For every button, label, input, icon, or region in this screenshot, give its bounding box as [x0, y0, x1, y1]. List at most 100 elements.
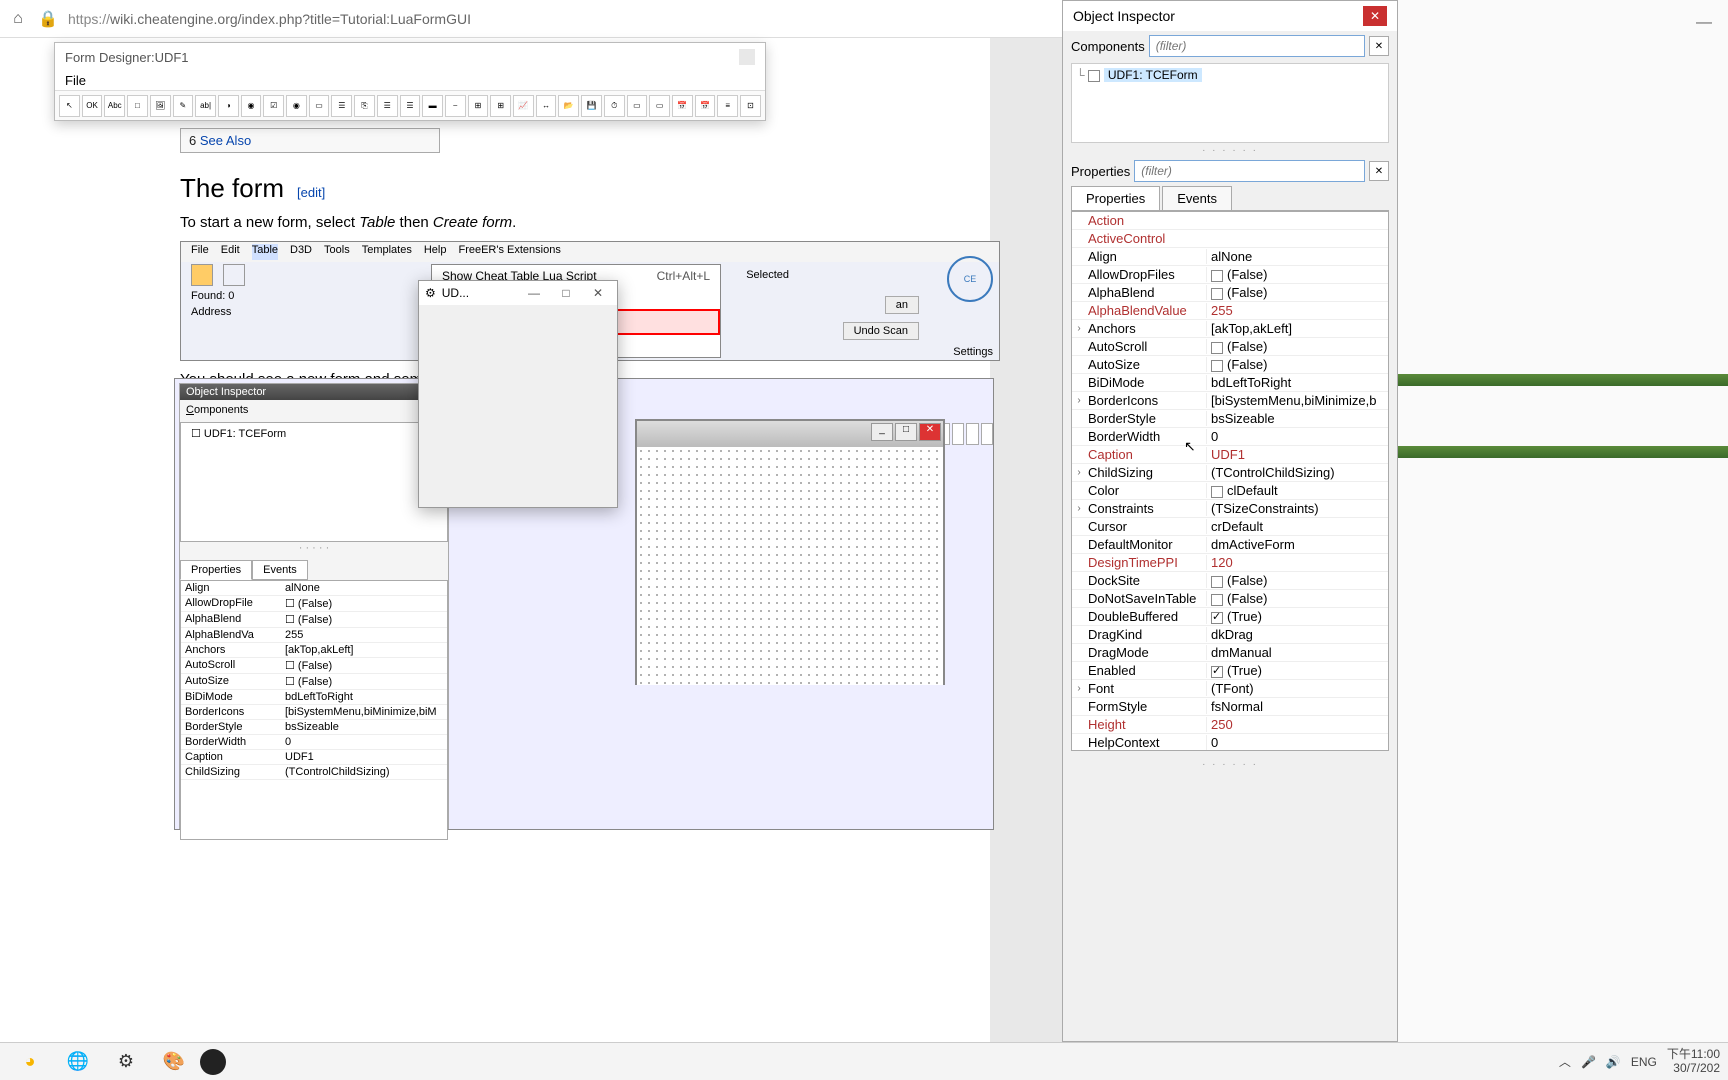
- splitter-grip[interactable]: · · · · · ·: [1063, 759, 1397, 770]
- property-row[interactable]: CursorcrDefault: [1072, 518, 1388, 536]
- paint-icon[interactable]: 🎨: [152, 1046, 196, 1078]
- frame2-tool[interactable]: ▭: [649, 95, 670, 117]
- maximize-icon[interactable]: □: [553, 286, 579, 300]
- chevron-up-icon[interactable]: ︿: [1559, 1053, 1571, 1070]
- property-row[interactable]: DockSite(False): [1072, 572, 1388, 590]
- progress-tool[interactable]: ▬: [422, 95, 443, 117]
- misc-tool[interactable]: ≡: [717, 95, 738, 117]
- property-row[interactable]: BiDiModebdLeftToRight: [1072, 374, 1388, 392]
- property-row[interactable]: AllowDropFiles(False): [1072, 266, 1388, 284]
- cheatengine-icon[interactable]: ⚙: [104, 1046, 148, 1078]
- property-row[interactable]: BorderWidth0: [1072, 428, 1388, 446]
- property-row[interactable]: Enabled(True): [1072, 662, 1388, 680]
- property-row[interactable]: DoNotSaveInTable(False): [1072, 590, 1388, 608]
- file-menu[interactable]: File: [55, 71, 765, 90]
- object-inspector-panel: Object Inspector ✕ Components ✕ └ UDF1: …: [1062, 0, 1398, 1042]
- property-row[interactable]: AlphaBlendValue255: [1072, 302, 1388, 320]
- splitter-tool[interactable]: ↔: [536, 95, 557, 117]
- tab-events[interactable]: Events: [1162, 186, 1232, 210]
- misc2-tool[interactable]: ⊡: [740, 95, 761, 117]
- minimize-icon[interactable]: —: [521, 286, 547, 300]
- grid-tool[interactable]: ⊞: [468, 95, 489, 117]
- property-row[interactable]: ›ChildSizing(TControlChildSizing): [1072, 464, 1388, 482]
- toggle-tool[interactable]: ◑: [218, 95, 239, 117]
- component-toolbar: ↖ OK Abc □ 🖼 ✎ ab| ◑ ◉ ☑ ◉ ▭ ☰ ⎘ ☰ ☰ ▬ ⎯…: [55, 90, 765, 120]
- combo-tool[interactable]: ⎘: [354, 95, 375, 117]
- property-row[interactable]: DesignTimePPI120: [1072, 554, 1388, 572]
- property-row[interactable]: AlignalNone: [1072, 248, 1388, 266]
- listbox-tool[interactable]: ☰: [331, 95, 352, 117]
- group-tool[interactable]: ▭: [309, 95, 330, 117]
- close-icon[interactable]: [739, 49, 755, 65]
- property-row[interactable]: ColorclDefault: [1072, 482, 1388, 500]
- property-row[interactable]: DoubleBuffered(True): [1072, 608, 1388, 626]
- clock[interactable]: 下午11:00 30/7/202: [1667, 1048, 1720, 1074]
- tree-node[interactable]: UDF1: TCEForm: [1104, 68, 1202, 82]
- property-row[interactable]: Height250: [1072, 716, 1388, 734]
- tab-properties[interactable]: Properties: [1071, 186, 1160, 210]
- property-row[interactable]: AlphaBlend(False): [1072, 284, 1388, 302]
- clear-filter-icon[interactable]: ✕: [1369, 161, 1389, 181]
- property-row[interactable]: HelpContext0: [1072, 734, 1388, 751]
- save-tool[interactable]: 💾: [581, 95, 602, 117]
- edge-icon[interactable]: 🌐: [56, 1046, 100, 1078]
- obs-icon[interactable]: [200, 1049, 226, 1075]
- form-designer-window[interactable]: Form Designer:UDF1 File ↖ OK Abc □ 🖼 ✎ a…: [54, 42, 766, 121]
- lock-icon[interactable]: 🔒: [38, 9, 58, 29]
- close-icon[interactable]: ✕: [585, 286, 611, 300]
- ud-form-window[interactable]: ⚙ UD... — □ ✕: [418, 280, 618, 508]
- language-indicator[interactable]: ENG: [1631, 1055, 1657, 1069]
- grid2-tool[interactable]: ⊞: [490, 95, 511, 117]
- button-tool[interactable]: OK: [82, 95, 103, 117]
- heading-text: The form: [180, 173, 284, 203]
- properties-filter-input[interactable]: [1134, 160, 1365, 182]
- component-tree[interactable]: └ UDF1: TCEForm: [1071, 63, 1389, 143]
- property-row[interactable]: FormStylefsNormal: [1072, 698, 1388, 716]
- property-row[interactable]: ›Anchors[akTop,akLeft]: [1072, 320, 1388, 338]
- volume-icon[interactable]: 🔊: [1606, 1055, 1621, 1069]
- eye-tool[interactable]: ◉: [241, 95, 262, 117]
- radio-tool[interactable]: ◉: [286, 95, 307, 117]
- edit-link[interactable]: [edit]: [297, 185, 325, 200]
- label-tool[interactable]: Abc: [104, 95, 125, 117]
- property-row[interactable]: AutoSize(False): [1072, 356, 1388, 374]
- section-heading: The form [edit]: [180, 173, 990, 204]
- mic-icon[interactable]: 🎤: [1581, 1055, 1596, 1069]
- property-row[interactable]: ActiveControl: [1072, 230, 1388, 248]
- property-row[interactable]: DragModedmManual: [1072, 644, 1388, 662]
- image-tool[interactable]: 🖼: [150, 95, 171, 117]
- property-row[interactable]: DragKinddkDrag: [1072, 626, 1388, 644]
- track-tool[interactable]: ⎯: [445, 95, 466, 117]
- minimize-icon[interactable]: —: [1696, 14, 1712, 32]
- open-tool[interactable]: 📂: [558, 95, 579, 117]
- clear-filter-icon[interactable]: ✕: [1369, 36, 1389, 56]
- property-grid[interactable]: ActionActiveControlAlignalNoneAllowDropF…: [1071, 211, 1389, 751]
- list2-tool[interactable]: ☰: [377, 95, 398, 117]
- property-row[interactable]: BorderStylebsSizeable: [1072, 410, 1388, 428]
- property-row[interactable]: CaptionUDF1: [1072, 446, 1388, 464]
- close-icon[interactable]: ✕: [1363, 6, 1387, 26]
- toc-link[interactable]: See Also: [200, 133, 251, 148]
- property-row[interactable]: ›Font(TFont): [1072, 680, 1388, 698]
- chart-tool[interactable]: 📈: [513, 95, 534, 117]
- home-icon[interactable]: ⌂: [8, 9, 28, 29]
- timer-tool[interactable]: ⏱: [604, 95, 625, 117]
- panel-tool[interactable]: □: [127, 95, 148, 117]
- components-filter-input[interactable]: [1149, 35, 1365, 57]
- toc-box: 6 See Also: [180, 128, 440, 153]
- property-row[interactable]: Action: [1072, 212, 1388, 230]
- property-row[interactable]: AutoScroll(False): [1072, 338, 1388, 356]
- property-row[interactable]: ›Constraints(TSizeConstraints): [1072, 500, 1388, 518]
- list3-tool[interactable]: ☰: [400, 95, 421, 117]
- textedit-tool[interactable]: ab|: [195, 95, 216, 117]
- property-row[interactable]: ›BorderIcons[biSystemMenu,biMinimize,b: [1072, 392, 1388, 410]
- splitter-grip[interactable]: · · · · · ·: [1063, 145, 1397, 156]
- start-icon[interactable]: ◕: [8, 1046, 52, 1078]
- pointer-tool[interactable]: ↖: [59, 95, 80, 117]
- edit-tool[interactable]: ✎: [173, 95, 194, 117]
- frame-tool[interactable]: ▭: [627, 95, 648, 117]
- property-row[interactable]: DefaultMonitordmActiveForm: [1072, 536, 1388, 554]
- cal2-tool[interactable]: 📅: [695, 95, 716, 117]
- checkbox-tool[interactable]: ☑: [263, 95, 284, 117]
- cal-tool[interactable]: 📅: [672, 95, 693, 117]
